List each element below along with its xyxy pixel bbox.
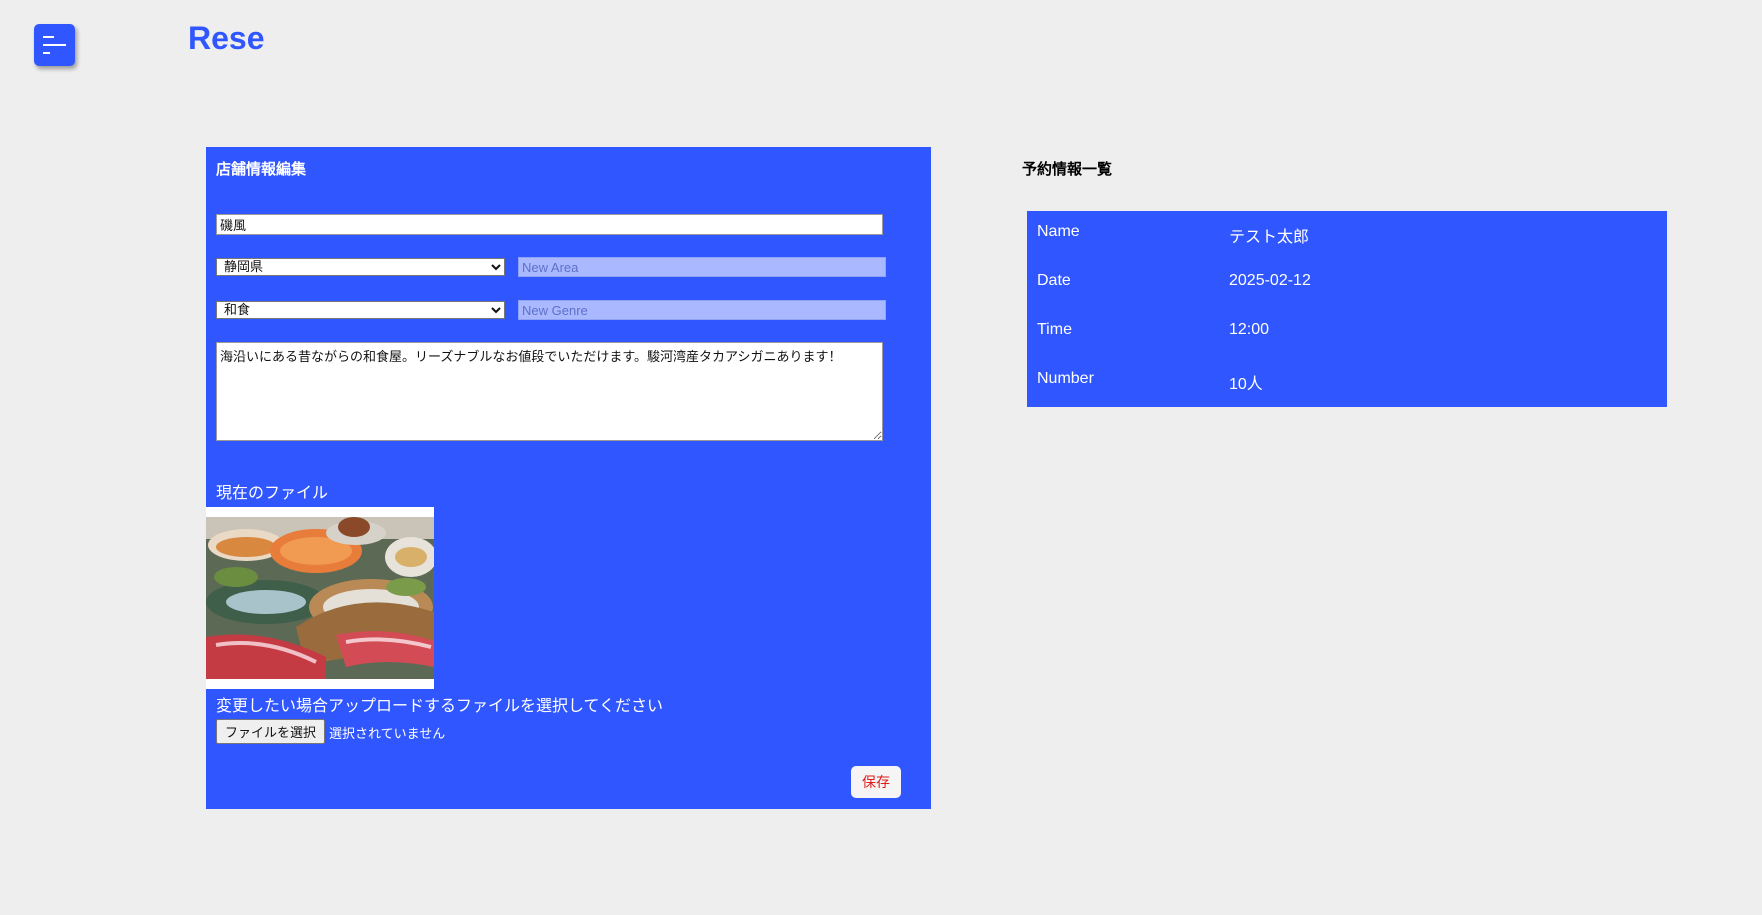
reservation-row-time: Time 12:00 [1037,321,1657,341]
shop-name-input[interactable] [216,214,883,235]
reservation-value: 10人 [1229,376,1263,393]
new-genre-input[interactable] [518,300,886,320]
shop-image [206,507,434,689]
app-logo[interactable]: Rese [188,20,265,57]
file-select-button[interactable]: ファイルを選択 [216,719,325,744]
upload-hint: 変更したい場合アップロードするファイルを選択してください [216,696,664,715]
reservation-key: Time [1037,321,1072,338]
description-textarea[interactable]: 海沿いにある昔ながらの和食屋。リーズナブルなお値段でいただけます。駿河湾産タカア… [216,342,883,441]
panel-title: 店舗情報編集 [216,160,307,178]
food-photo-illustration [206,517,434,679]
menu-button[interactable] [34,24,75,66]
genre-select[interactable]: 和食 [216,301,505,319]
reservation-key: Name [1037,223,1080,240]
save-button[interactable]: 保存 [851,766,901,798]
shop-edit-panel: 店舗情報編集 静岡県 和食 海沿いにある昔ながらの和食屋。リーズナブルなお値段で… [206,147,931,809]
reservation-value: 12:00 [1229,321,1270,338]
current-file-label: 現在のファイル [216,483,329,502]
reservation-title: 予約情報一覧 [1022,160,1113,178]
menu-icon [43,36,54,38]
reservation-value: テスト太郎 [1229,229,1310,246]
area-select[interactable]: 静岡県 [216,258,505,276]
reservation-key: Date [1037,272,1071,289]
reservation-row-date: Date 2025-02-12 [1037,272,1657,292]
reservation-row-number: Number 10人 [1037,370,1657,393]
reservation-key: Number [1037,370,1094,387]
reservation-row-name: Name テスト太郎 [1037,223,1657,246]
new-area-input[interactable] [518,257,886,277]
file-status: 選択されていません [329,727,446,742]
reservation-value: 2025-02-12 [1229,272,1311,289]
reservation-table: Name テスト太郎 Date 2025-02-12 Time 12:00 Nu… [1027,211,1667,407]
